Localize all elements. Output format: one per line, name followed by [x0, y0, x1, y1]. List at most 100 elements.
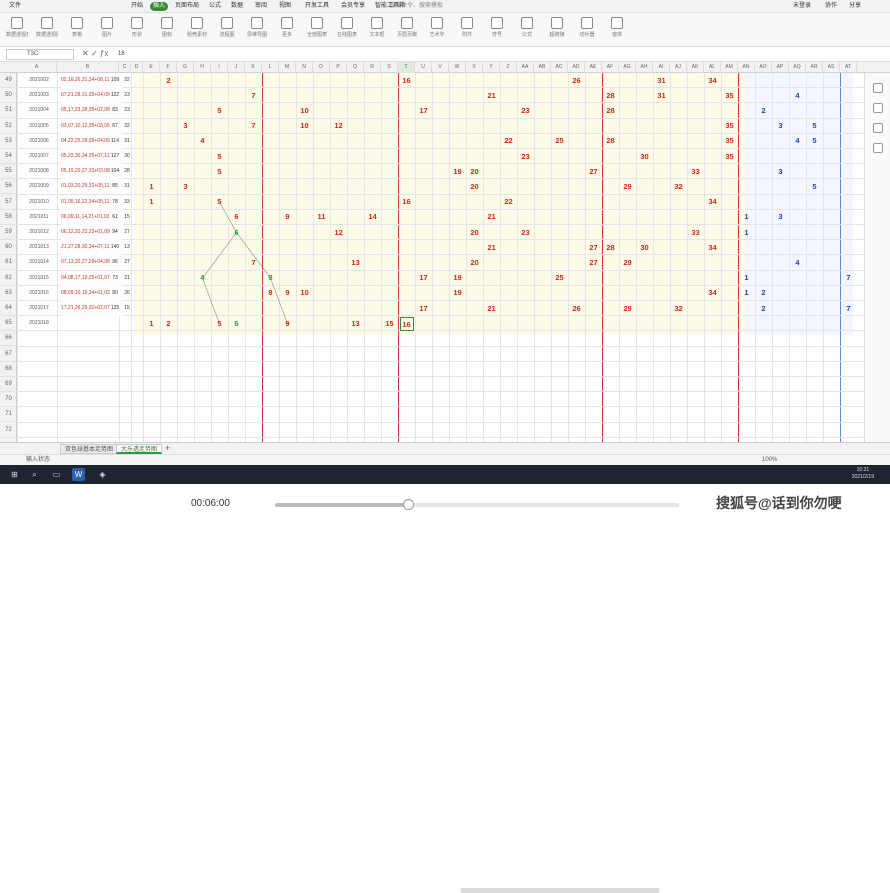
- cell-n1[interactable]: 104: [109, 164, 121, 179]
- col-header-AQ[interactable]: AQ: [789, 62, 806, 73]
- row-header[interactable]: 65: [0, 316, 17, 332]
- col-header-I[interactable]: I: [211, 62, 228, 73]
- number-mark[interactable]: 5: [213, 317, 227, 331]
- number-mark[interactable]: 6: [230, 226, 244, 240]
- number-mark[interactable]: 35: [723, 89, 737, 103]
- number-mark[interactable]: 27: [587, 241, 601, 255]
- cell-date[interactable]: 2021015: [19, 271, 59, 286]
- cell-n2[interactable]: 32: [121, 73, 133, 88]
- number-mark[interactable]: 1: [145, 180, 159, 194]
- col-header-AD[interactable]: AD: [568, 62, 585, 73]
- number-mark[interactable]: 3: [774, 165, 788, 179]
- number-mark[interactable]: 33: [689, 165, 703, 179]
- col-header-AR[interactable]: AR: [806, 62, 823, 73]
- number-mark[interactable]: 16: [400, 74, 414, 88]
- col-header-AA[interactable]: AA: [517, 62, 534, 73]
- cell-n1[interactable]: 96: [109, 255, 121, 270]
- number-mark[interactable]: 3: [774, 119, 788, 133]
- col-header-AC[interactable]: AC: [551, 62, 568, 73]
- col-header-AL[interactable]: AL: [704, 62, 721, 73]
- number-mark[interactable]: 5: [213, 150, 227, 164]
- add-sheet-icon[interactable]: +: [165, 443, 170, 454]
- number-mark[interactable]: 3: [179, 180, 193, 194]
- row-header[interactable]: 54: [0, 149, 17, 164]
- cell-date[interactable]: 2021012: [19, 225, 59, 240]
- col-header-AI[interactable]: AI: [653, 62, 670, 73]
- sheet-tab[interactable]: 大乐透走势图: [116, 444, 163, 454]
- cell-n1[interactable]: 122: [109, 88, 121, 103]
- row-header[interactable]: 71: [0, 407, 17, 423]
- cell-n2[interactable]: 23: [121, 88, 133, 103]
- number-mark[interactable]: 4: [791, 134, 805, 148]
- col-header-P[interactable]: P: [330, 62, 347, 73]
- cell-date[interactable]: 2021009: [19, 179, 59, 194]
- col-header-Z[interactable]: Z: [500, 62, 517, 73]
- number-mark[interactable]: 23: [519, 226, 533, 240]
- number-mark[interactable]: 25: [553, 134, 567, 148]
- cell-n1[interactable]: 61: [109, 210, 121, 225]
- spreadsheet-grid[interactable]: 2021002 02,16,26,31,34+08,11 109 32 2021003 0…: [17, 73, 864, 442]
- toolbar-picture-button[interactable]: 图片: [96, 15, 118, 45]
- cell-date[interactable]: 2021006: [19, 134, 59, 149]
- number-mark[interactable]: 31: [655, 74, 669, 88]
- number-mark[interactable]: 29: [621, 180, 635, 194]
- ribbon-tab-1[interactable]: 插入: [150, 2, 169, 11]
- toolbar-link-button[interactable]: 超链接: [546, 15, 568, 45]
- cell-n2[interactable]: 31: [121, 179, 133, 194]
- number-mark[interactable]: 1: [145, 317, 159, 331]
- number-mark[interactable]: 12: [332, 119, 346, 133]
- toolbar-wordart-button[interactable]: 艺术字: [426, 15, 448, 45]
- number-mark[interactable]: 9: [281, 317, 295, 331]
- col-header-W[interactable]: W: [449, 62, 466, 73]
- number-mark[interactable]: 4: [196, 271, 210, 285]
- row-header[interactable]: 72: [0, 423, 17, 438]
- row-header[interactable]: 49: [0, 73, 17, 88]
- row-header[interactable]: 64: [0, 301, 17, 316]
- col-header-N[interactable]: N: [296, 62, 313, 73]
- col-header-T[interactable]: T: [398, 62, 415, 73]
- number-mark[interactable]: 28: [604, 89, 618, 103]
- number-mark[interactable]: 23: [519, 104, 533, 118]
- col-header-AS[interactable]: AS: [823, 62, 840, 73]
- collab-button[interactable]: 协作: [822, 2, 840, 11]
- row-header[interactable]: 68: [0, 362, 17, 377]
- number-mark[interactable]: 13: [349, 256, 363, 270]
- taskview-icon[interactable]: ▭: [50, 468, 63, 481]
- number-mark[interactable]: 17: [417, 271, 431, 285]
- number-mark[interactable]: 26: [570, 302, 584, 316]
- ribbon-tab-4[interactable]: 数据: [228, 2, 246, 11]
- col-header-X[interactable]: X: [466, 62, 483, 73]
- number-mark[interactable]: 35: [723, 119, 737, 133]
- col-header-Y[interactable]: Y: [483, 62, 500, 73]
- cell-n2[interactable]: 32: [121, 119, 133, 134]
- number-mark[interactable]: 31: [655, 89, 669, 103]
- progress-track[interactable]: [275, 499, 679, 510]
- cell-n1[interactable]: 78: [109, 195, 121, 210]
- number-mark[interactable]: 30: [638, 241, 652, 255]
- col-header-AK[interactable]: AK: [687, 62, 704, 73]
- number-mark[interactable]: 3: [774, 210, 788, 224]
- col-header-B[interactable]: B: [57, 62, 119, 73]
- sheet-tab[interactable]: 双色球基本走势图: [60, 444, 119, 454]
- number-mark[interactable]: 28: [604, 241, 618, 255]
- account-button[interactable]: 未登录: [790, 2, 814, 11]
- cancel-icon[interactable]: ✕: [82, 49, 89, 58]
- number-mark[interactable]: 20: [468, 226, 482, 240]
- ribbon-tab-5[interactable]: 审阅: [252, 2, 270, 11]
- number-mark[interactable]: 6: [230, 210, 244, 224]
- number-mark[interactable]: 25: [553, 271, 567, 285]
- number-mark[interactable]: 2: [757, 104, 771, 118]
- row-header[interactable]: 57: [0, 195, 17, 210]
- number-mark[interactable]: 35: [723, 150, 737, 164]
- row-header[interactable]: 52: [0, 119, 17, 134]
- row-header[interactable]: 70: [0, 392, 17, 408]
- number-mark[interactable]: 29: [621, 256, 635, 270]
- cell-date[interactable]: 2021014: [19, 255, 59, 270]
- col-header-D[interactable]: D: [131, 62, 143, 73]
- number-mark[interactable]: 4: [196, 134, 210, 148]
- formula-input[interactable]: 16: [118, 49, 878, 60]
- cell-n2[interactable]: 27: [121, 225, 133, 240]
- number-mark[interactable]: 22: [502, 134, 516, 148]
- cell-n2[interactable]: 26: [121, 286, 133, 301]
- number-mark[interactable]: 4: [791, 256, 805, 270]
